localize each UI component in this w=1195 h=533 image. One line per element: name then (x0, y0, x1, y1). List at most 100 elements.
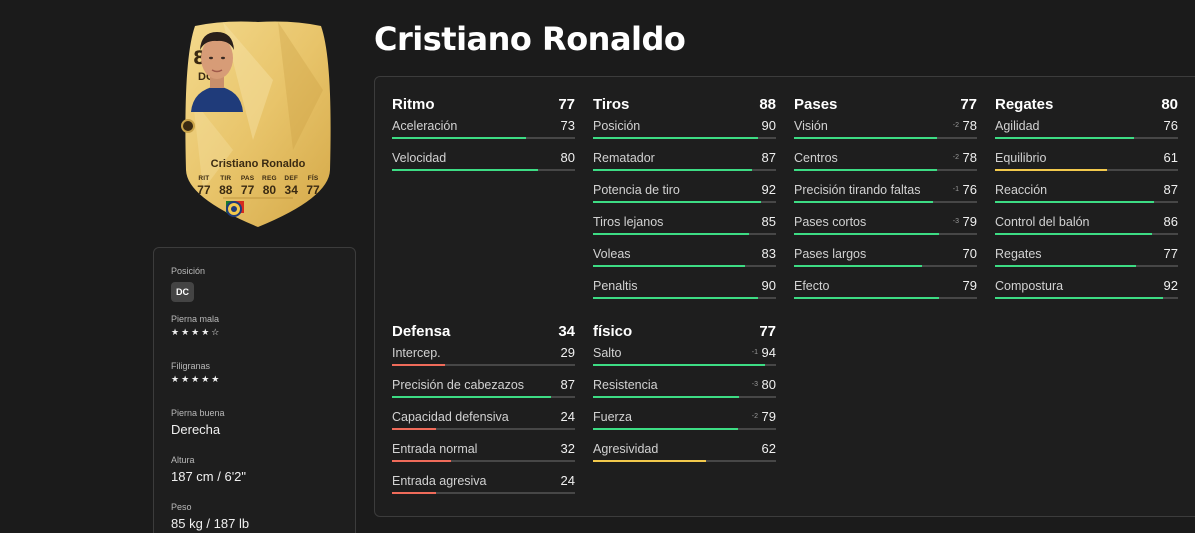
stat-label: Visión (794, 119, 828, 133)
stat-row: Posición 90 (593, 115, 776, 147)
stat-bar-fill (593, 169, 753, 171)
stat-value: 78 (962, 150, 977, 165)
stat-row: Regates 77 (995, 243, 1178, 275)
info-label: Pierna mala (171, 314, 220, 324)
stat-row: Control del balón 86 (995, 211, 1178, 243)
card-stat: REG 80 (258, 175, 280, 197)
stat-delta: -1 (751, 349, 758, 356)
stat-row: Compostura 92 (995, 275, 1178, 307)
stat-delta: -2 (751, 413, 758, 420)
stat-group-name: Pases (794, 95, 838, 113)
stat-bar-fill (593, 201, 762, 203)
stat-value: 32 (560, 441, 575, 456)
stat-label: Aceleración (392, 119, 458, 133)
stat-row: Penaltis 90 (593, 275, 776, 307)
stat-group-defensa: Defensa 34 Intercep. 29 Precisión de cabez… (392, 320, 575, 502)
stat-delta: -1 (952, 186, 959, 193)
stat-bar-track (995, 201, 1178, 203)
stat-label: Agresividad (593, 442, 659, 456)
stat-bar-fill (392, 460, 451, 462)
stat-group-tiros: Tiros 88 Posición 90 Rematador 87 Potencia d… (593, 93, 776, 307)
stat-bar-track (392, 460, 575, 462)
stat-value: 76 (962, 182, 977, 197)
stat-row: Salto -1 94 (593, 342, 776, 374)
stat-bar-track (995, 297, 1178, 299)
info-preferred-foot: Pierna buena Derecha (171, 408, 338, 455)
stat-value: 86 (1163, 214, 1178, 229)
stat-delta: -2 (952, 154, 959, 161)
stat-value: 29 (560, 345, 575, 360)
stat-value: 94 (761, 345, 776, 360)
stat-bar-track (794, 201, 977, 203)
stat-label: Rematador (593, 151, 655, 165)
stat-bar-track (593, 364, 776, 366)
stat-bar-fill (392, 364, 446, 366)
stat-value: 24 (560, 409, 575, 424)
stat-group-header: Pases 77 (794, 93, 977, 115)
stat-bar-track (392, 137, 575, 139)
stat-value: 85 (761, 214, 776, 229)
card-stat: DEF 34 (280, 175, 302, 197)
stat-label: Centros (794, 151, 838, 165)
stat-row: Efecto 79 (794, 275, 977, 307)
stat-delta: -3 (952, 218, 959, 225)
stat-value: 73 (560, 118, 575, 133)
stat-value: 79 (962, 278, 977, 293)
stat-bar-track (392, 492, 575, 494)
stat-rows: Agilidad 76 Equilibrio 61 Reacción 87 Control … (995, 115, 1178, 307)
stat-bar-fill (995, 169, 1107, 171)
stat-group-name: físico (593, 322, 633, 340)
stat-value: 80 (560, 150, 575, 165)
stat-value: 76 (1163, 118, 1178, 133)
info-label: Altura (171, 455, 195, 465)
info-skill-moves: Filigranas ★★★★★ (171, 361, 338, 408)
stat-label: Potencia de tiro (593, 183, 680, 197)
stat-row: Rematador 87 (593, 147, 776, 179)
stat-label: Entrada agresiva (392, 474, 487, 488)
card-stat-value: 77 (306, 183, 320, 197)
stat-label: Penaltis (593, 279, 638, 293)
stat-value: 24 (560, 473, 575, 488)
stat-bar-fill (995, 137, 1135, 139)
card-stat-key: TIR (220, 175, 232, 182)
info-label: Posición (171, 266, 206, 276)
stat-value: 79 (761, 409, 776, 424)
stat-row: Visión -2 78 (794, 115, 977, 147)
stat-bar-track (593, 297, 776, 299)
stat-value: 92 (1163, 278, 1178, 293)
stat-delta: -3 (751, 381, 758, 388)
stat-label: Efecto (794, 279, 830, 293)
stat-row: Potencia de tiro 92 (593, 179, 776, 211)
stat-row: Precisión tirando faltas -1 76 (794, 179, 977, 211)
stat-bar-track (392, 396, 575, 398)
stat-bar-fill (392, 137, 526, 139)
stat-group-pases: Pases 77 Visión -2 78 Centros -2 78 Precisión … (794, 93, 977, 307)
info-position: Posición DC (171, 266, 338, 314)
stat-row: Pases largos 70 (794, 243, 977, 275)
stat-value: 90 (761, 278, 776, 293)
stat-bar-fill (794, 137, 937, 139)
stat-label: Reacción (995, 183, 1048, 197)
card-stat-key: RIT (198, 175, 210, 182)
card-stat-key: DEF (284, 175, 299, 182)
stat-bar-track (593, 265, 776, 267)
stat-group-header: Defensa 34 (392, 320, 575, 342)
stat-value: 80 (761, 377, 776, 392)
card-stats: RIT 77 TIR 88 PAS 77 REG 80 DEF 34 FÍS 77 (193, 175, 324, 197)
stat-group-header: Regates 80 (995, 93, 1178, 115)
card-stat: PAS 77 (237, 175, 259, 197)
stat-group-name: Tiros (593, 95, 630, 113)
stat-label: Capacidad defensiva (392, 410, 509, 424)
stat-bar-track (995, 265, 1178, 267)
stat-group-name: Defensa (392, 322, 451, 340)
info-label: Filigranas (171, 361, 211, 371)
stat-bar-track (392, 169, 575, 171)
card-stat-value: 88 (219, 183, 233, 197)
stat-label: Precisión tirando faltas (794, 183, 921, 197)
stat-bar-track (392, 364, 575, 366)
stat-label: Tiros lejanos (593, 215, 664, 229)
stat-bar-fill (392, 169, 539, 171)
stat-delta: -2 (952, 122, 959, 129)
club-badge-icon (226, 201, 242, 217)
stat-group-header: Tiros 88 (593, 93, 776, 115)
